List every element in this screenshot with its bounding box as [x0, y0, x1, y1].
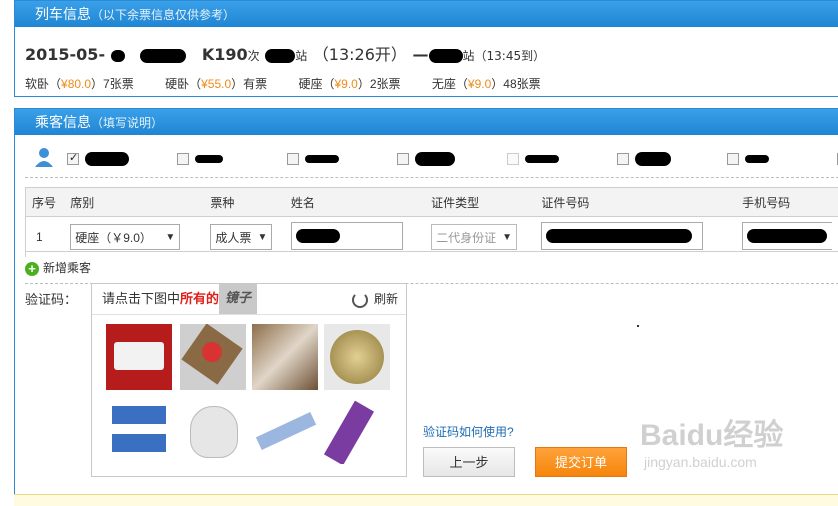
captcha-tile-1[interactable] — [106, 324, 172, 390]
user-icon — [35, 147, 53, 170]
col-id-type: 证件类型 — [425, 188, 535, 217]
captcha-target-word: 镜子 — [219, 284, 257, 314]
seat-hard-sleeper: 硬卧（¥55.0）有票 — [165, 77, 267, 91]
passenger-help-link[interactable]: （填写说明） — [91, 116, 163, 130]
submit-order-button[interactable]: 提交订单 — [535, 447, 627, 477]
refresh-icon — [352, 292, 368, 308]
ticket-type-select[interactable]: 成人票▼ — [210, 224, 272, 250]
seat-hard-seat: 硬座（¥9.0）2张票 — [298, 77, 400, 91]
col-id-number: 证件号码 — [535, 188, 736, 217]
col-seat: 席别 — [64, 188, 204, 217]
passenger-title: 乘客信息 — [35, 114, 91, 130]
dropdown-arrow-icon: ▼ — [502, 225, 512, 251]
contact-checkbox[interactable] — [727, 153, 739, 165]
phone-input[interactable] — [742, 222, 832, 250]
train-number: K190 — [202, 45, 248, 64]
table-header-row: 序号 席别 票种 姓名 证件类型 证件号码 手机号码 — [26, 188, 838, 217]
col-phone: 手机号码 — [736, 188, 838, 217]
captcha-tile-4[interactable] — [324, 324, 390, 390]
contact-list — [35, 149, 835, 169]
contact-item[interactable] — [397, 151, 455, 166]
bottom-notice-strip — [14, 494, 838, 506]
previous-step-button[interactable]: 上一步 — [423, 447, 515, 477]
table-bottom-border — [25, 251, 838, 252]
passenger-table: 序号 席别 票种 姓名 证件类型 证件号码 手机号码 1 硬座（￥9.0）▼ 成… — [25, 187, 838, 257]
captcha-refresh-button[interactable]: 刷新 — [352, 284, 398, 314]
captcha-prompt: 请点击下图中所有的镜子 刷新 — [92, 284, 406, 315]
contact-item[interactable] — [727, 151, 769, 165]
add-passenger-button[interactable]: +新增乘客 — [25, 259, 91, 276]
train-summary: 2015-05- K190次 站 （13:26开） —站（13:45到） — [25, 41, 545, 65]
captcha-tile-6[interactable] — [180, 398, 246, 464]
col-index: 序号 — [26, 188, 65, 217]
arrival-station-suffix: 站 — [463, 49, 475, 63]
contact-checkbox[interactable] — [397, 153, 409, 165]
captcha-label: 验证码： — [25, 289, 77, 308]
baidu-watermark: Baidu经验 jingyan.baidu.com — [640, 410, 783, 470]
captcha-tile-2[interactable] — [180, 324, 246, 390]
departure-station-suffix: 站 — [295, 49, 307, 63]
contact-checkbox — [507, 153, 519, 165]
contact-item[interactable] — [177, 151, 223, 165]
route-dash: — — [413, 45, 429, 64]
contact-item[interactable] — [617, 151, 671, 166]
contact-checkbox[interactable] — [67, 153, 79, 165]
seat-availability: 软卧（¥80.0）7张票 硬卧（¥55.0）有票 硬座（¥9.0）2张票 无座（… — [25, 75, 569, 92]
seat-type-select[interactable]: 硬座（￥9.0）▼ — [70, 224, 180, 250]
dropdown-arrow-icon: ▼ — [257, 225, 267, 251]
id-type-select: 二代身份证▼ — [431, 224, 517, 250]
divider — [25, 177, 838, 178]
contact-checkbox[interactable] — [287, 153, 299, 165]
stray-dot — [637, 325, 639, 327]
train-info-panel: 列车信息（以下余票信息仅供参考） 2015-05- K190次 站 （13:26… — [14, 0, 838, 97]
contact-checkbox[interactable] — [617, 153, 629, 165]
captcha-box: 请点击下图中所有的镜子 刷新 — [91, 283, 407, 477]
plus-icon: + — [25, 262, 39, 276]
contact-checkbox[interactable] — [177, 153, 189, 165]
contact-item — [507, 151, 559, 165]
passenger-header: 乘客信息（填写说明） — [15, 109, 838, 135]
captcha-tile-7[interactable] — [252, 398, 318, 464]
train-ci: 次 — [248, 49, 260, 63]
travel-date: 2015-05- — [25, 45, 105, 64]
seat-no-seat: 无座（¥9.0）48张票 — [432, 77, 541, 91]
id-number-input[interactable] — [541, 222, 703, 250]
departure-time: （13:26开） — [313, 45, 407, 64]
col-name: 姓名 — [285, 188, 425, 217]
train-info-subtitle: （以下余票信息仅供参考） — [91, 8, 235, 22]
contact-item[interactable] — [287, 151, 339, 165]
captcha-help-link[interactable]: 验证码如何使用? — [423, 423, 514, 440]
name-input[interactable] — [291, 222, 403, 250]
train-info-header: 列车信息（以下余票信息仅供参考） — [15, 1, 838, 27]
col-ticket: 票种 — [204, 188, 285, 217]
captcha-tile-5[interactable] — [106, 398, 172, 464]
arrival-time: （13:45到） — [475, 49, 546, 63]
captcha-tile-3[interactable] — [252, 324, 318, 390]
seat-soft-sleeper: 软卧（¥80.0）7张票 — [25, 77, 134, 91]
dropdown-arrow-icon: ▼ — [165, 225, 175, 251]
train-info-title: 列车信息 — [35, 6, 91, 22]
captcha-tile-8[interactable] — [324, 398, 390, 464]
contact-item[interactable] — [67, 151, 129, 166]
